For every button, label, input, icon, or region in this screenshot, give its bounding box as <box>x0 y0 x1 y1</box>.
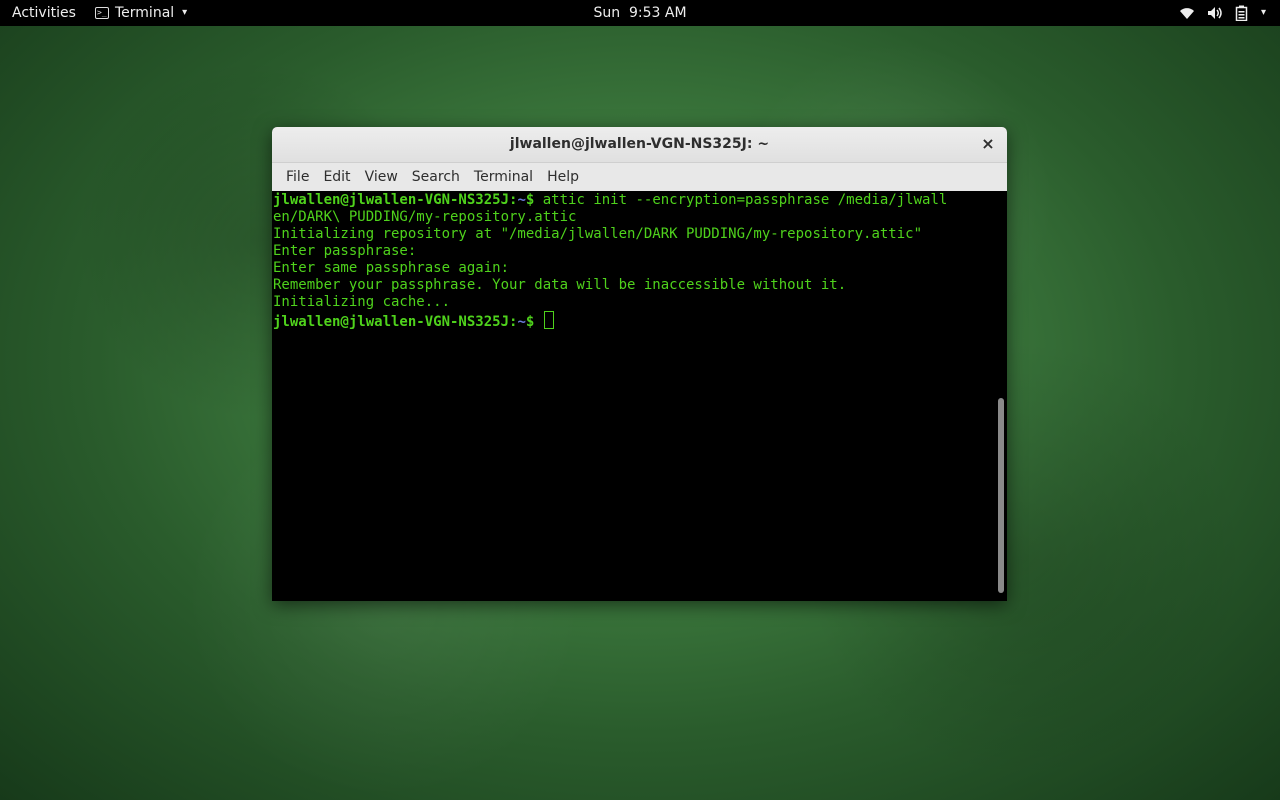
battery-icon <box>1235 5 1249 21</box>
prompt-path: ~ <box>517 314 526 330</box>
menu-terminal[interactable]: Terminal <box>467 169 540 185</box>
scrollbar[interactable] <box>998 191 1004 597</box>
clock[interactable]: Sun 9:53 AM <box>593 0 686 26</box>
menu-edit[interactable]: Edit <box>316 169 357 185</box>
menu-bar: File Edit View Search Terminal Help <box>272 163 1007 192</box>
prompt-symbol: $ <box>525 314 543 330</box>
status-menu[interactable]: ▾ <box>1179 0 1266 26</box>
menu-view[interactable]: View <box>358 169 405 185</box>
terminal-text: jlwallen@jlwallen-VGN-NS325J:~$ attic in… <box>273 192 995 331</box>
window-title: jlwallen@jlwallen-VGN-NS325J: ~ <box>509 136 770 152</box>
output-line: Enter passphrase: <box>273 243 417 259</box>
prompt-user: jlwallen@jlwallen-VGN-NS325J <box>273 192 510 208</box>
menu-search[interactable]: Search <box>405 169 467 185</box>
prompt-symbol: $ <box>525 192 543 208</box>
output-line: Initializing repository at "/media/jlwal… <box>273 226 923 242</box>
terminal-output-area[interactable]: jlwallen@jlwallen-VGN-NS325J:~$ attic in… <box>272 191 1007 601</box>
menu-help[interactable]: Help <box>540 169 586 185</box>
command-line: attic init --encryption=passphrase /medi… <box>542 192 948 208</box>
scrollbar-thumb[interactable] <box>998 398 1004 593</box>
window-titlebar[interactable]: jlwallen@jlwallen-VGN-NS325J: ~ × <box>272 127 1007 163</box>
text-cursor <box>543 311 554 329</box>
close-icon: × <box>981 134 995 153</box>
command-line-wrap: en/DARK\ PUDDING/my-repository.attic <box>273 209 577 225</box>
prompt-user: jlwallen@jlwallen-VGN-NS325J <box>273 314 510 330</box>
terminal-window: jlwallen@jlwallen-VGN-NS325J: ~ × File E… <box>272 127 1007 601</box>
chevron-down-icon: ▾ <box>1260 7 1266 18</box>
output-line: Remember your passphrase. Your data will… <box>273 277 847 293</box>
menu-file[interactable]: File <box>279 169 316 185</box>
clock-container: Sun 9:53 AM <box>0 0 1280 26</box>
close-button[interactable]: × <box>979 135 997 153</box>
top-bar: Activities >_ Terminal ▾ Sun 9:53 AM ▾ <box>0 0 1280 26</box>
output-line: Initializing cache... <box>273 294 451 310</box>
wifi-icon <box>1179 6 1195 20</box>
volume-icon <box>1207 6 1223 20</box>
prompt-path: ~ <box>517 192 526 208</box>
output-line: Enter same passphrase again: <box>273 260 510 276</box>
